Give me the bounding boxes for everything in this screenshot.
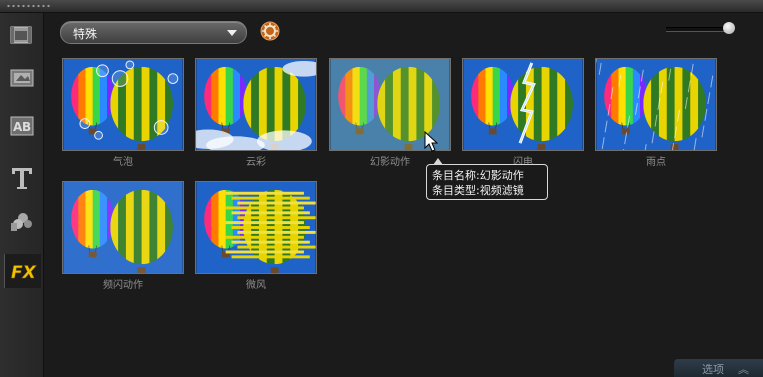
effect-preview-image <box>63 182 183 273</box>
options-label: 选项 <box>702 363 724 376</box>
thumbnail-size-slider[interactable] <box>666 21 736 35</box>
filter-fx-icon: FX <box>11 263 37 284</box>
effect-thumbnail[interactable] <box>62 181 184 274</box>
drag-grip[interactable] <box>6 4 52 8</box>
effect-preview-image <box>463 59 583 150</box>
slider-track <box>666 27 730 32</box>
chevron-up-icon: ︽ <box>738 363 749 376</box>
media-tab[interactable] <box>4 19 40 53</box>
category-dropdown[interactable]: 特殊 <box>60 21 247 44</box>
effect-preview-image <box>596 59 716 150</box>
effect-label: 微风 <box>246 280 266 291</box>
mouse-cursor-icon <box>424 131 438 152</box>
effect-label: 雨点 <box>646 157 666 168</box>
options-button[interactable]: 选项 ︽ <box>674 359 763 377</box>
effect-label: 云彩 <box>246 157 266 168</box>
effect-preview-image <box>196 59 316 150</box>
library-panel: 特殊 气泡 云彩 幻影动作 闪电 雨点 频闪动作 微风 条目名称:幻影动作 条目类型:视频滤… <box>44 13 763 377</box>
effect-label: 频闪动作 <box>103 280 143 291</box>
transition-tab[interactable]: A B <box>4 109 40 143</box>
tooltip-item-name: 条目名称:幻影动作 <box>432 169 524 182</box>
instant-project-tab[interactable] <box>4 61 40 95</box>
graphics-tab[interactable] <box>4 205 40 239</box>
transition-icon: A B <box>10 116 34 136</box>
tooltip-pointer <box>433 158 443 165</box>
effect-thumbnail[interactable] <box>62 58 184 151</box>
effect-thumbnail[interactable] <box>195 181 317 274</box>
tooltip-item-type: 条目类型:视频滤镜 <box>432 184 524 197</box>
library-gear-icon <box>260 21 280 41</box>
effect-thumbnail[interactable] <box>462 58 584 151</box>
effect-preview-image <box>63 59 183 150</box>
svg-text:B: B <box>22 120 31 134</box>
title-icon <box>12 168 32 189</box>
effect-preview-image <box>196 182 316 273</box>
effect-thumbnail[interactable] <box>195 58 317 151</box>
category-dropdown-value: 特殊 <box>73 27 98 41</box>
instant-project-icon <box>10 69 34 87</box>
item-tooltip: 条目名称:幻影动作 条目类型:视频滤镜 <box>426 158 548 200</box>
effect-thumbnail[interactable] <box>595 58 717 151</box>
media-icon <box>10 26 32 44</box>
fx-label: FX <box>11 263 37 283</box>
slider-knob[interactable] <box>723 22 735 34</box>
title-tab[interactable] <box>4 161 40 195</box>
chevron-down-icon <box>227 30 237 36</box>
library-sidebar: A B FX <box>0 13 44 377</box>
filter-tab[interactable]: FX <box>4 254 41 288</box>
window-top-bar <box>0 0 763 13</box>
library-manager-button[interactable] <box>260 21 280 41</box>
graphics-icon <box>11 213 32 231</box>
effect-label: 气泡 <box>113 157 133 168</box>
